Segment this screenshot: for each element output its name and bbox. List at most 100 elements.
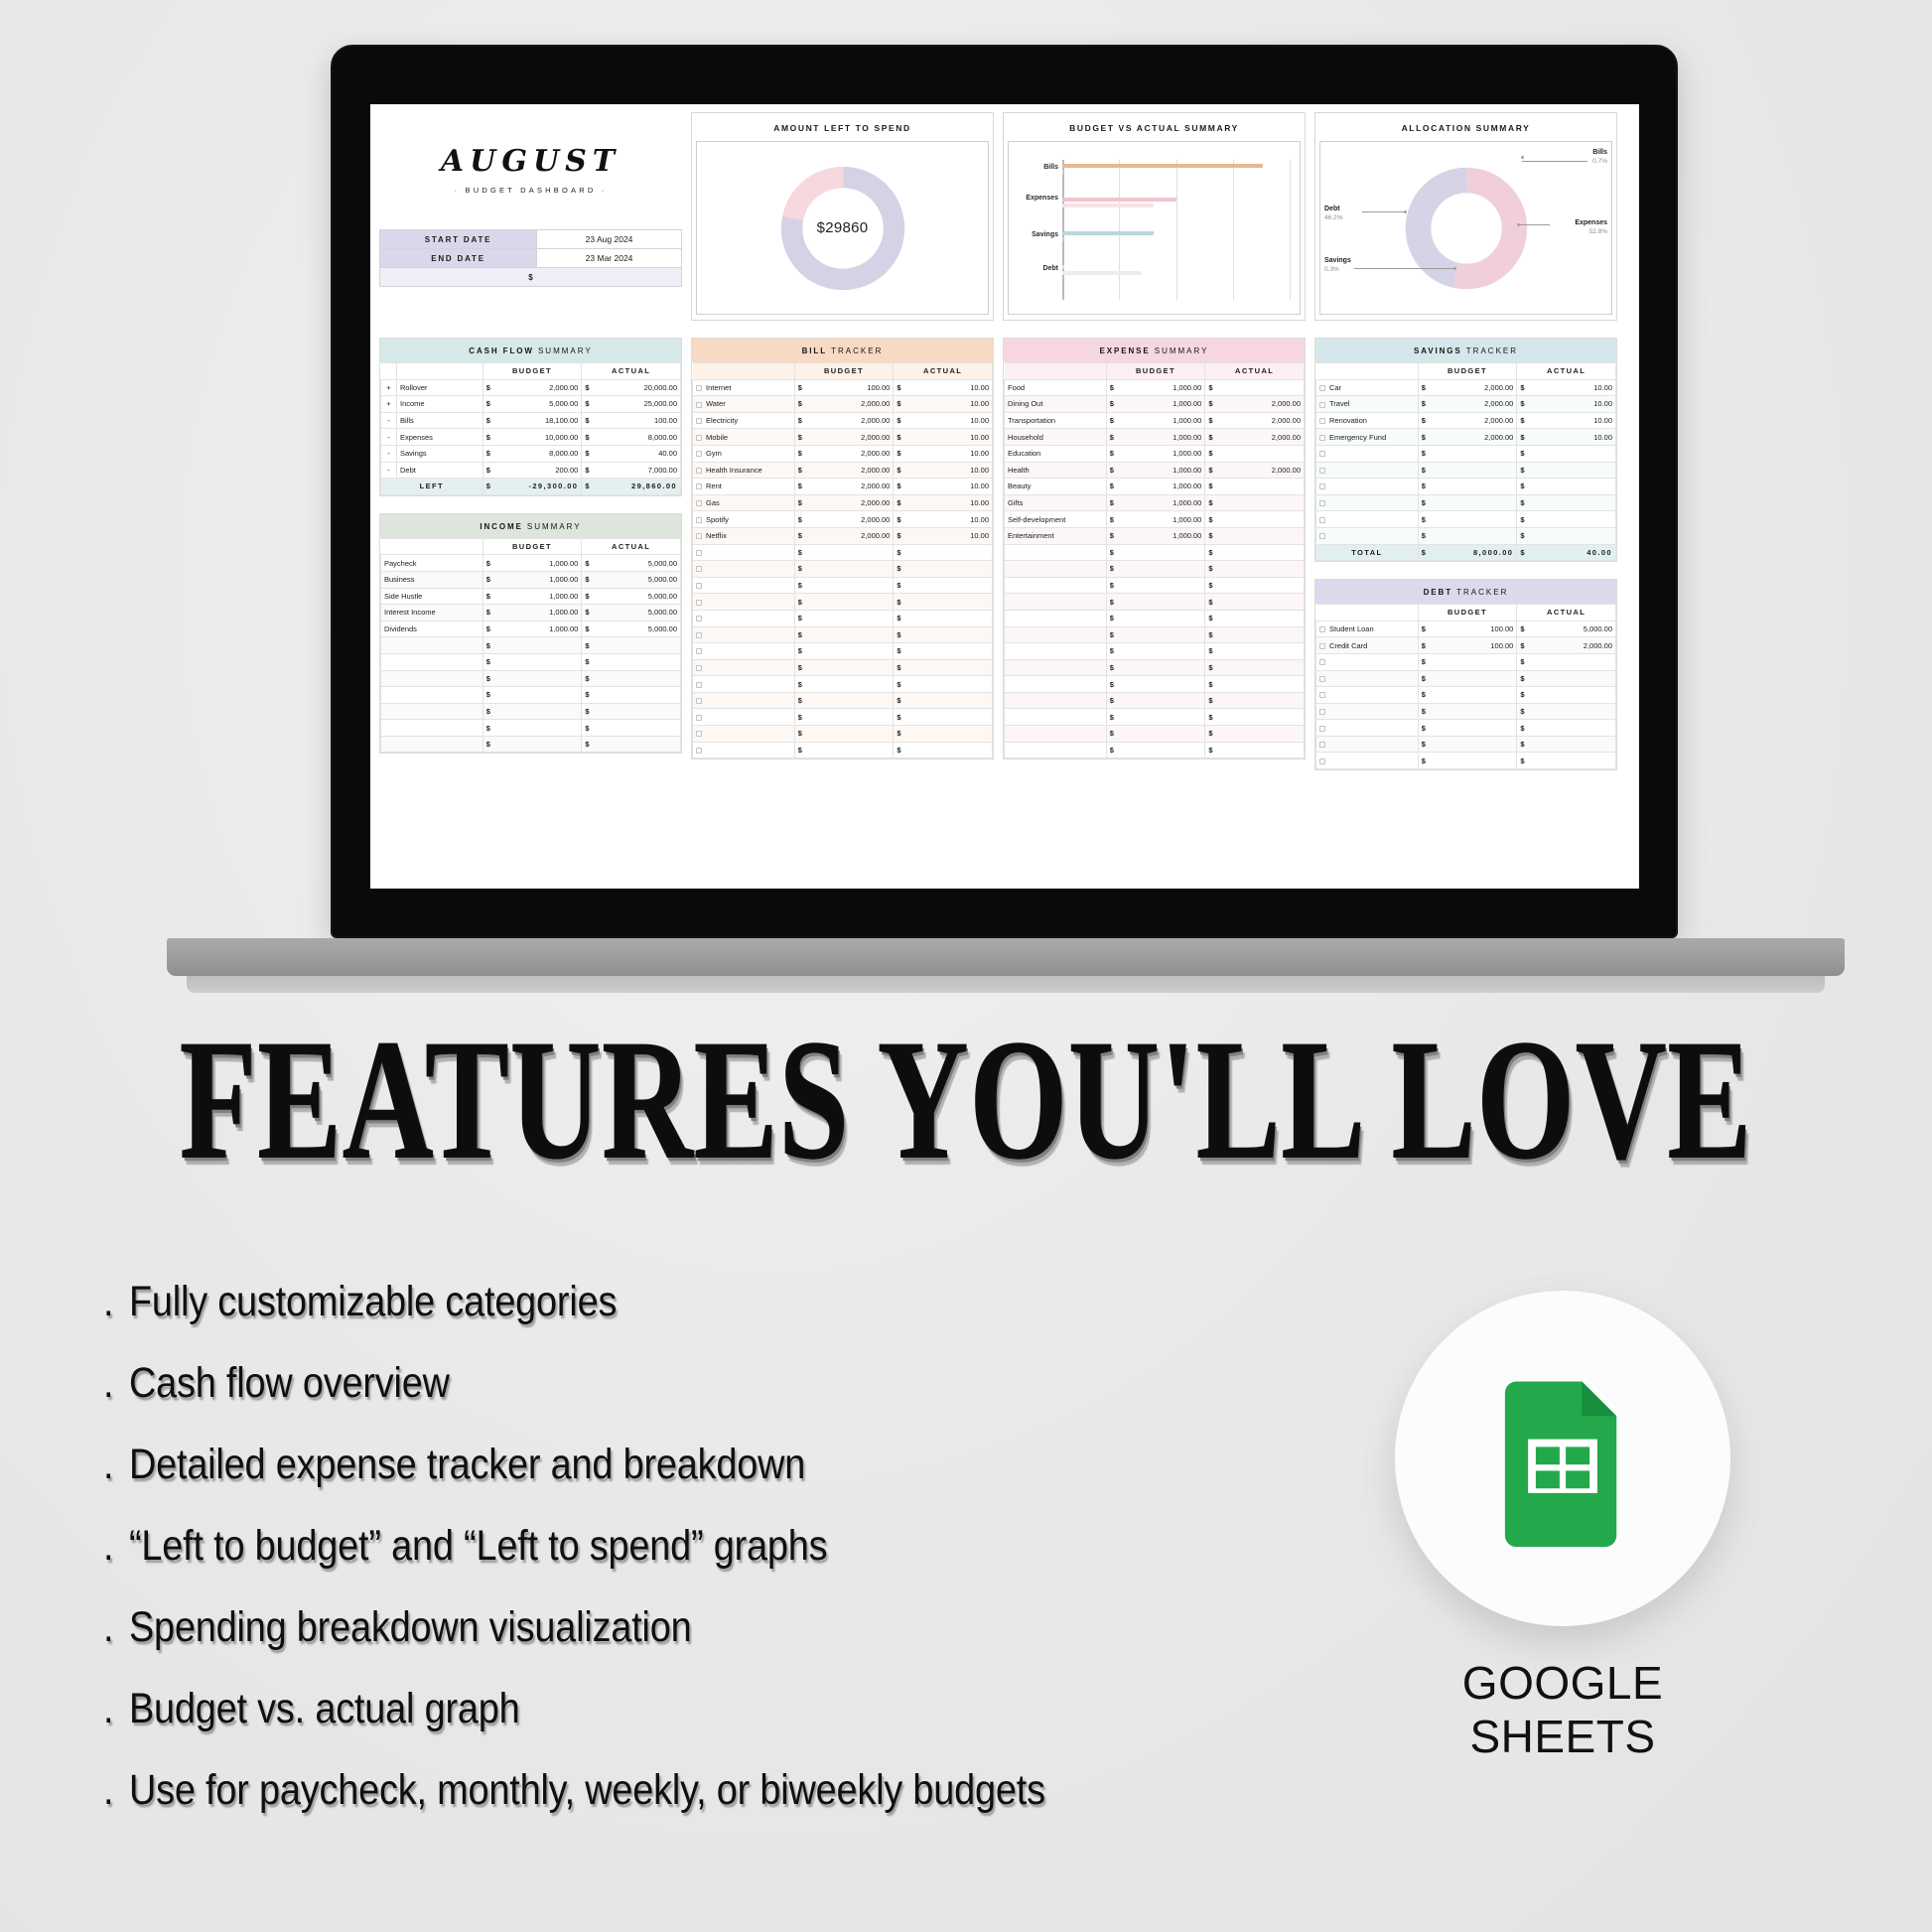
row-actual[interactable]: $ (1204, 444, 1305, 463)
row-label[interactable] (1315, 461, 1419, 480)
row-label[interactable] (1004, 593, 1107, 611)
row-budget[interactable]: $200.00 (482, 461, 583, 480)
row-budget[interactable]: $ (793, 658, 895, 677)
row-actual[interactable]: $5,000.00 (581, 554, 681, 572)
row-actual[interactable]: $ (893, 576, 993, 595)
row-actual[interactable]: $ (1204, 526, 1305, 545)
row-checkbox[interactable] (696, 616, 702, 622)
row-budget[interactable]: $1,000.00 (1105, 493, 1206, 512)
row-checkbox[interactable] (696, 714, 702, 721)
row-checkbox[interactable] (1319, 675, 1325, 682)
row-actual[interactable]: $10.00 (893, 428, 993, 446)
row-actual[interactable]: $ (1204, 725, 1305, 743)
row-actual[interactable]: $5,000.00 (581, 570, 681, 589)
row-budget[interactable]: $1,000.00 (482, 604, 583, 621)
row-label[interactable]: Self-development (1004, 510, 1107, 528)
row-actual[interactable]: $ (1204, 741, 1305, 759)
row-checkbox[interactable] (696, 467, 702, 474)
row-label[interactable] (1315, 752, 1419, 770)
row-label[interactable]: Internet (692, 378, 795, 397)
row-label[interactable]: Travel (1315, 395, 1419, 413)
row-label[interactable] (1004, 658, 1107, 677)
row-label[interactable]: Electricity (692, 411, 795, 430)
row-checkbox[interactable] (1319, 384, 1325, 391)
row-label[interactable]: Bills (396, 411, 483, 430)
row-label[interactable]: Paycheck (380, 554, 483, 572)
row-label[interactable] (380, 702, 483, 721)
row-actual[interactable]: $ (581, 636, 681, 654)
row-label[interactable] (692, 691, 795, 710)
row-label[interactable] (1315, 478, 1419, 495)
row-actual[interactable]: $ (893, 609, 993, 627)
row-actual[interactable]: $ (1516, 444, 1616, 463)
row-checkbox[interactable] (696, 500, 702, 507)
row-budget[interactable]: $ (793, 708, 895, 727)
row-budget[interactable]: $ (793, 576, 895, 595)
row-actual[interactable]: $ (1516, 652, 1616, 671)
row-actual[interactable]: $ (893, 741, 993, 759)
row-budget[interactable]: $1,000.00 (482, 620, 583, 638)
row-checkbox[interactable] (1319, 709, 1325, 715)
row-label[interactable] (1315, 669, 1419, 688)
row-label[interactable] (692, 593, 795, 611)
row-checkbox[interactable] (1319, 758, 1325, 764)
row-budget[interactable]: $100.00 (1417, 636, 1518, 654)
row-budget[interactable]: $1,000.00 (1105, 478, 1206, 495)
row-budget[interactable]: $2,000.00 (793, 444, 895, 463)
row-checkbox[interactable] (1319, 516, 1325, 523)
row-actual[interactable]: $ (893, 560, 993, 578)
row-budget[interactable]: $ (1417, 493, 1518, 512)
row-label[interactable] (1004, 560, 1107, 578)
row-budget[interactable]: $ (1105, 658, 1206, 677)
row-label[interactable] (1004, 625, 1107, 644)
row-actual[interactable]: $2,000.00 (1204, 461, 1305, 480)
row-checkbox[interactable] (696, 698, 702, 705)
row-label[interactable] (692, 725, 795, 743)
row-actual[interactable]: $ (581, 669, 681, 688)
row-budget[interactable]: $2,000.00 (793, 526, 895, 545)
row-checkbox[interactable] (696, 401, 702, 408)
row-label[interactable]: Health Insurance (692, 461, 795, 480)
row-budget[interactable]: $2,000.00 (793, 411, 895, 430)
date-footer-value[interactable]: $ (379, 267, 682, 287)
row-label[interactable] (692, 642, 795, 660)
row-label[interactable] (692, 560, 795, 578)
row-label[interactable]: Car (1315, 378, 1419, 397)
row-budget[interactable]: $2,000.00 (793, 428, 895, 446)
row-budget[interactable]: $1,000.00 (1105, 411, 1206, 430)
row-checkbox[interactable] (696, 681, 702, 688)
row-budget[interactable]: $ (1105, 741, 1206, 759)
row-label[interactable] (1004, 642, 1107, 660)
row-budget[interactable]: $ (1105, 593, 1206, 611)
row-budget[interactable]: $ (482, 686, 583, 704)
row-budget[interactable]: $ (1105, 609, 1206, 627)
row-checkbox[interactable] (1319, 725, 1325, 732)
row-checkbox[interactable] (696, 483, 702, 490)
row-budget[interactable]: $ (482, 669, 583, 688)
row-checkbox[interactable] (696, 665, 702, 671)
row-actual[interactable]: $ (893, 625, 993, 644)
row-checkbox[interactable] (696, 631, 702, 638)
row-budget[interactable]: $2,000.00 (793, 493, 895, 512)
row-budget[interactable]: $ (482, 636, 583, 654)
row-actual[interactable]: $ (1516, 478, 1616, 495)
row-label[interactable]: Entertainment (1004, 526, 1107, 545)
row-budget[interactable]: $2,000.00 (793, 395, 895, 413)
row-budget[interactable]: $ (1417, 686, 1518, 704)
row-checkbox[interactable] (1319, 418, 1325, 425)
row-actual[interactable]: $10.00 (1516, 395, 1616, 413)
row-actual[interactable]: $10.00 (1516, 378, 1616, 397)
row-actual[interactable]: $ (1516, 686, 1616, 704)
row-actual[interactable]: $ (1204, 510, 1305, 528)
row-actual[interactable]: $25,000.00 (581, 395, 681, 413)
row-budget[interactable]: $ (1417, 526, 1518, 545)
row-actual[interactable]: $ (893, 543, 993, 562)
row-budget[interactable]: $100.00 (793, 378, 895, 397)
row-label[interactable] (1004, 741, 1107, 759)
row-label[interactable]: Gas (692, 493, 795, 512)
row-checkbox[interactable] (1319, 742, 1325, 749)
row-actual[interactable]: $20,000.00 (581, 378, 681, 397)
row-actual[interactable]: $ (1204, 378, 1305, 397)
row-budget[interactable]: $ (1417, 444, 1518, 463)
row-budget[interactable]: $1,000.00 (1105, 395, 1206, 413)
